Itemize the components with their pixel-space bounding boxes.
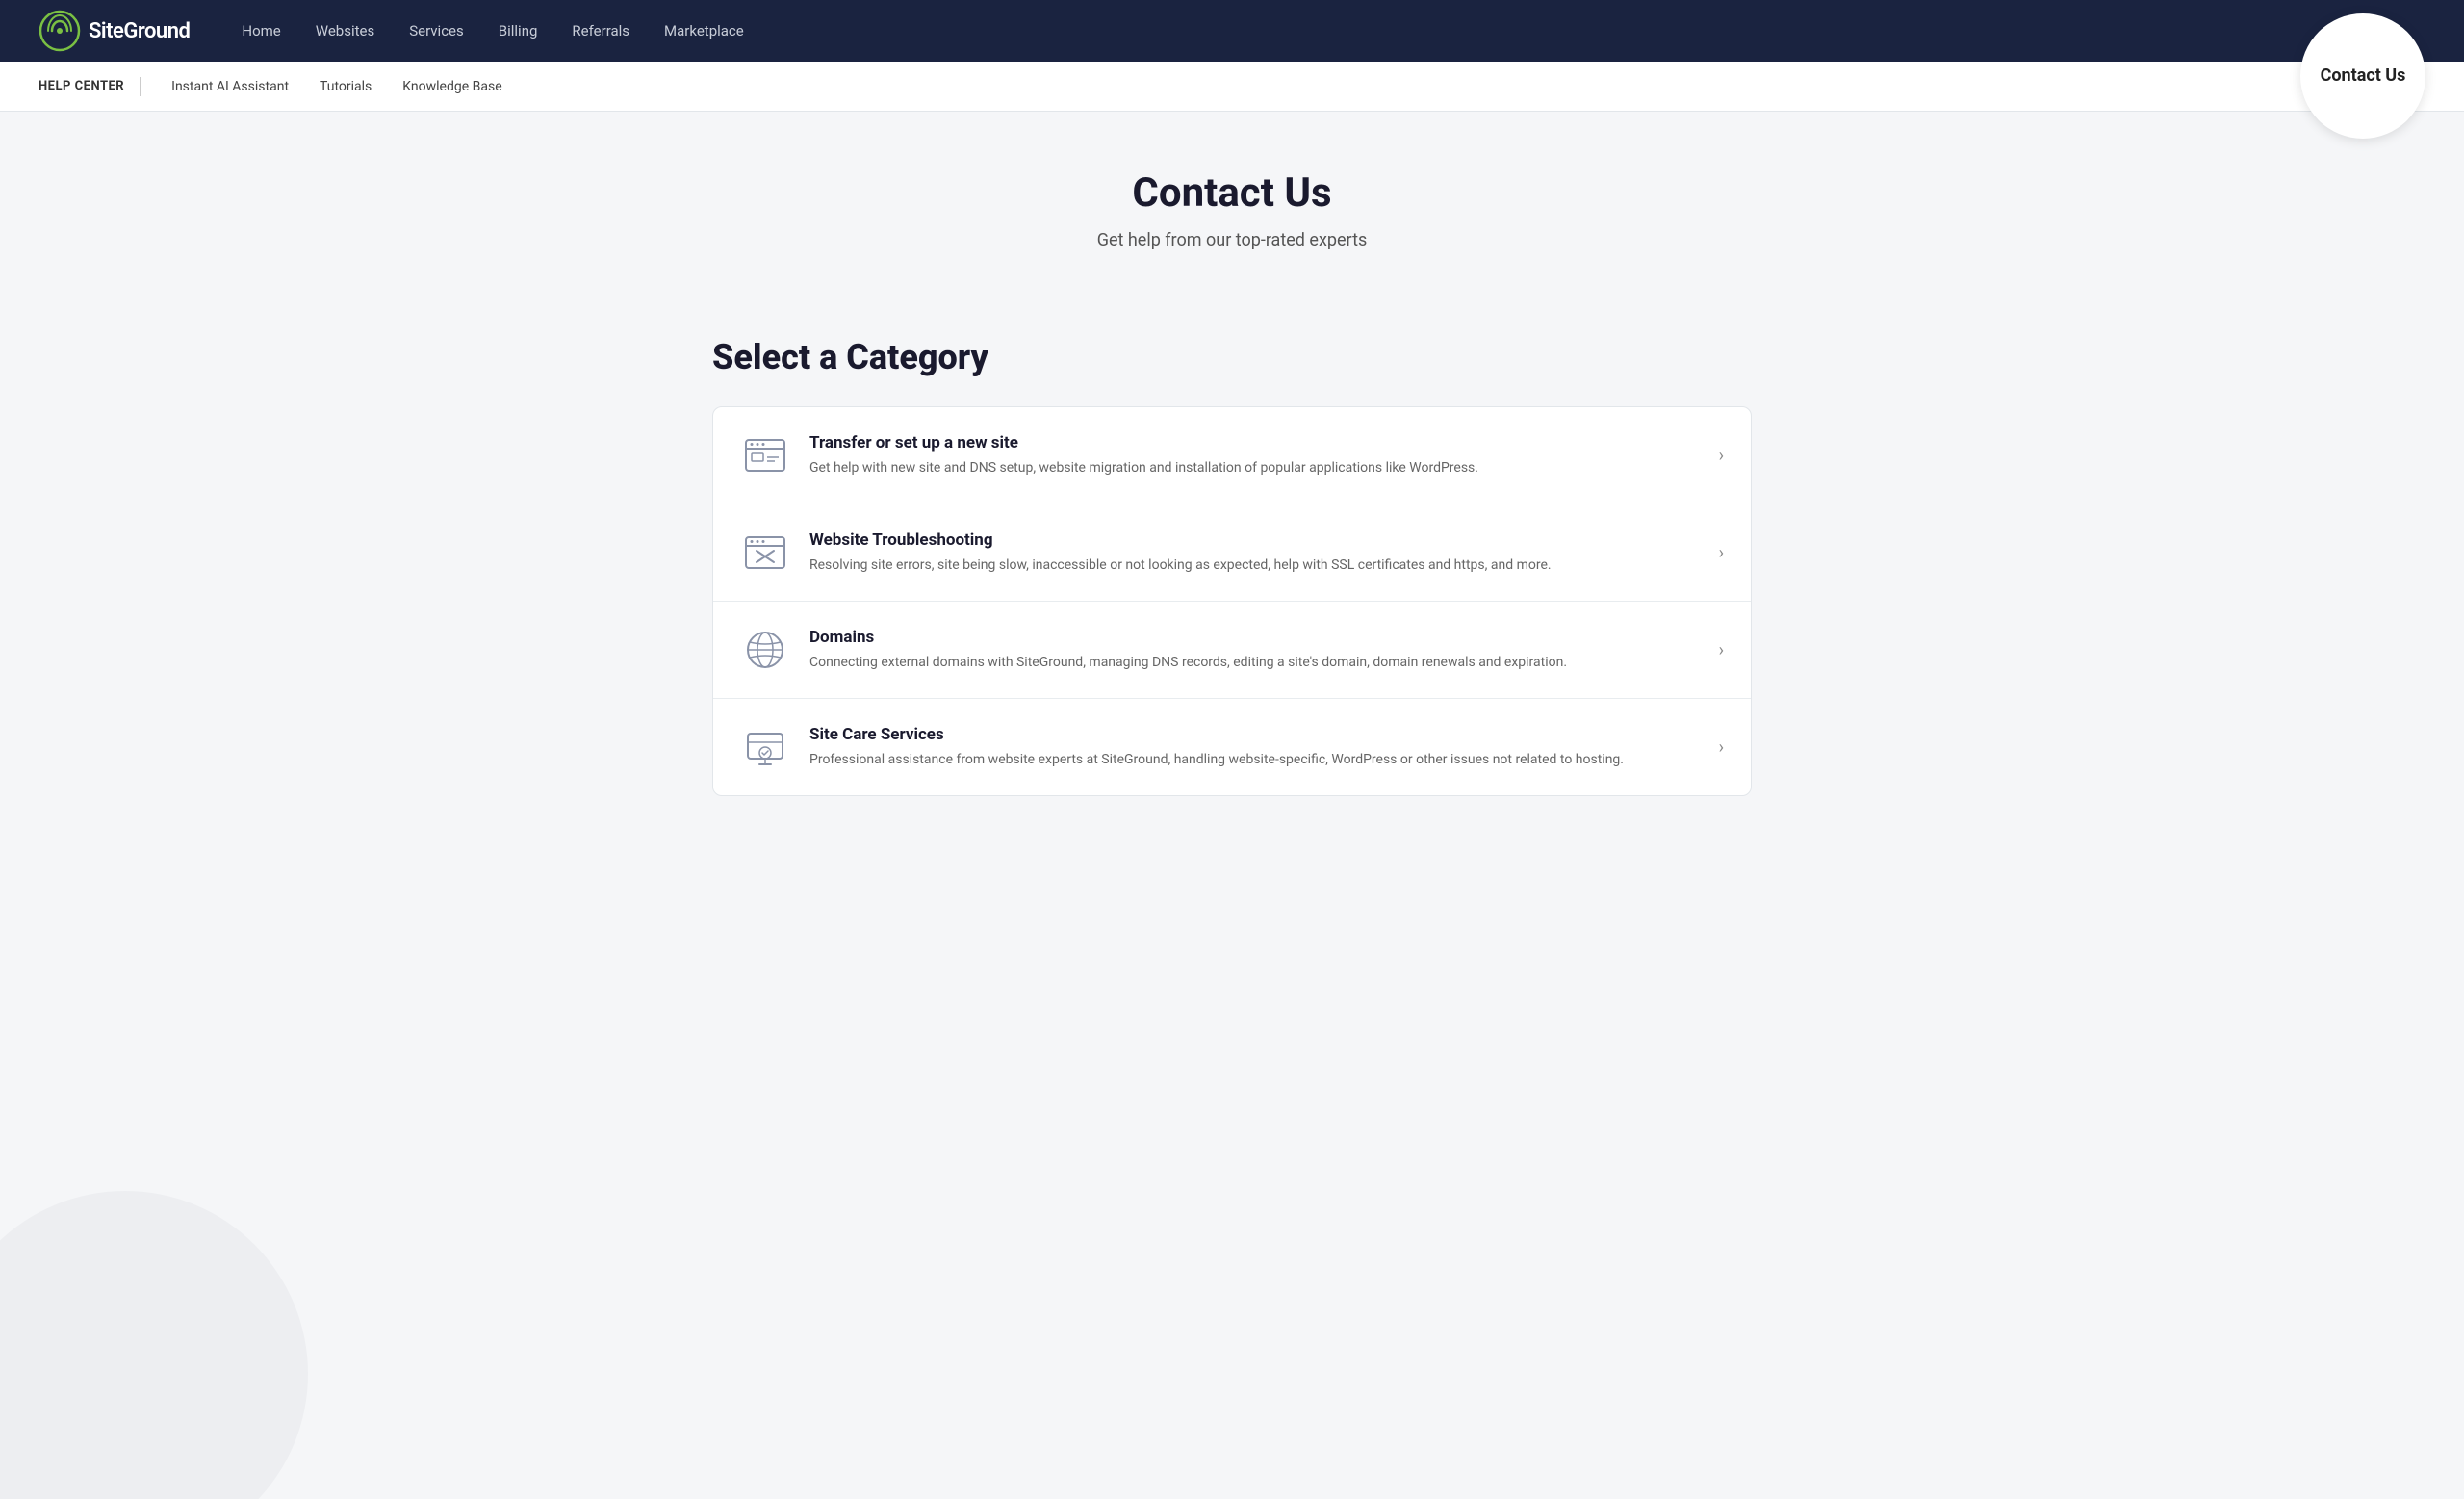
sub-navigation: HELP CENTER Instant AI Assistant Tutoria… — [0, 62, 2464, 112]
category-text-troubleshooting: Website Troubleshooting Resolving site e… — [809, 530, 1704, 576]
hero-subtitle: Get help from our top-rated experts — [38, 230, 2426, 250]
category-desc-troubleshooting: Resolving site errors, site being slow, … — [809, 556, 1704, 576]
category-text-site-care: Site Care Services Professional assistan… — [809, 725, 1704, 770]
nav-referrals[interactable]: Referrals — [558, 14, 643, 47]
chevron-right-icon-2: › — [1719, 543, 1724, 563]
sub-nav-tutorials[interactable]: Tutorials — [304, 71, 387, 102]
sub-nav-knowledge-base[interactable]: Knowledge Base — [387, 71, 517, 102]
sub-nav-ai-assistant[interactable]: Instant AI Assistant — [156, 71, 304, 102]
category-text-domains: Domains Connecting external domains with… — [809, 628, 1704, 673]
category-name-site-care: Site Care Services — [809, 725, 1704, 744]
page-title: Contact Us — [38, 169, 2426, 217]
site-care-icon — [740, 722, 790, 772]
category-item-transfer[interactable]: Transfer or set up a new site Get help w… — [713, 407, 1751, 504]
chevron-right-icon-3: › — [1719, 640, 1724, 660]
troubleshooting-icon — [740, 528, 790, 578]
category-name-transfer: Transfer or set up a new site — [809, 433, 1704, 452]
nav-services[interactable]: Services — [396, 14, 477, 47]
domains-icon — [740, 625, 790, 675]
nav-websites[interactable]: Websites — [302, 14, 388, 47]
category-desc-site-care: Professional assistance from website exp… — [809, 750, 1704, 770]
transfer-icon — [740, 430, 790, 480]
nav-home[interactable]: Home — [228, 14, 294, 47]
hero-section: Contact Us Get help from our top-rated e… — [0, 112, 2464, 298]
category-name-domains: Domains — [809, 628, 1704, 647]
nav-links: Home Websites Services Billing Referrals… — [228, 14, 2426, 47]
category-text-transfer: Transfer or set up a new site Get help w… — [809, 433, 1704, 478]
category-name-troubleshooting: Website Troubleshooting — [809, 530, 1704, 550]
category-desc-domains: Connecting external domains with SiteGro… — [809, 653, 1704, 673]
categories-list: Transfer or set up a new site Get help w… — [712, 406, 1752, 796]
top-navigation: SiteGround Home Websites Services Billin… — [0, 0, 2464, 62]
category-desc-transfer: Get help with new site and DNS setup, we… — [809, 458, 1704, 478]
nav-billing[interactable]: Billing — [485, 14, 552, 47]
section-title: Select a Category — [712, 337, 1752, 377]
contact-us-circle[interactable]: Contact Us — [2300, 13, 2426, 139]
main-content: Select a Category Transfer or set up a n… — [654, 298, 1810, 854]
chevron-right-icon-4: › — [1719, 737, 1724, 758]
category-item-site-care[interactable]: Site Care Services Professional assistan… — [713, 699, 1751, 795]
category-item-troubleshooting[interactable]: Website Troubleshooting Resolving site e… — [713, 504, 1751, 602]
contact-us-label: Contact Us — [2321, 65, 2406, 87]
category-item-domains[interactable]: Domains Connecting external domains with… — [713, 602, 1751, 699]
logo[interactable]: SiteGround — [38, 10, 190, 52]
decorative-circle-bottom-left — [0, 1191, 308, 1499]
nav-marketplace[interactable]: Marketplace — [651, 14, 757, 47]
sub-nav-links: HELP CENTER Instant AI Assistant Tutoria… — [38, 71, 2313, 102]
logo-text: SiteGround — [89, 19, 190, 43]
nav-divider — [140, 77, 141, 96]
chevron-right-icon: › — [1719, 446, 1724, 466]
help-center-label: HELP CENTER — [38, 79, 140, 93]
